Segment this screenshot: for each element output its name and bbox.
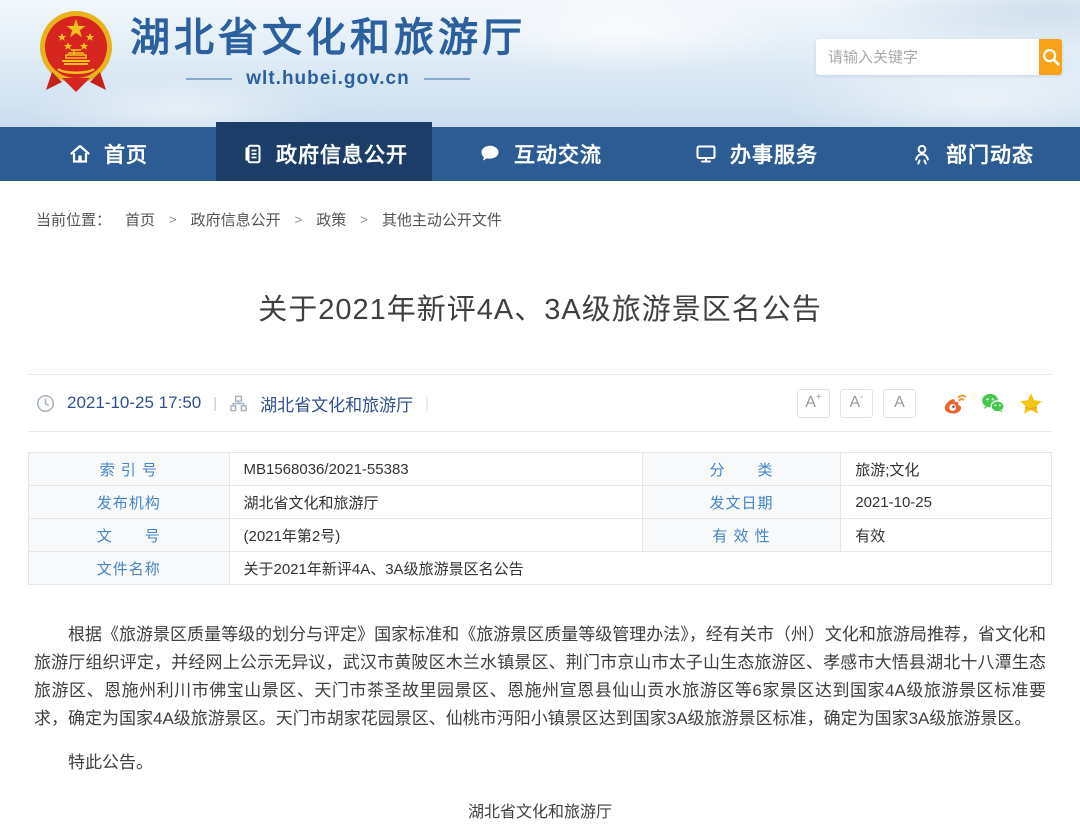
info-value-issue-date: 2021-10-25 bbox=[841, 486, 1052, 519]
table-row: 索 引 号 MB1568036/2021-55383 分 类 旅游;文化 bbox=[29, 453, 1052, 486]
nav-item-label: 首页 bbox=[104, 139, 148, 169]
nav-item-gov-info[interactable]: 政府信息公开 bbox=[216, 122, 432, 181]
document-info-table: 索 引 号 MB1568036/2021-55383 分 类 旅游;文化 发布机… bbox=[28, 452, 1052, 585]
article-title: 关于2021年新评4A、3A级旅游景区名公告 bbox=[28, 286, 1052, 328]
font-increase-button[interactable]: A+ bbox=[797, 389, 830, 418]
clock-icon bbox=[36, 394, 55, 413]
nav-item-department-news[interactable]: 部门动态 bbox=[864, 127, 1080, 181]
site-brand[interactable]: 湖北省文化和旅游厅 wlt.hubei.gov.cn bbox=[38, 6, 526, 96]
breadcrumb-item-home[interactable]: 首页 bbox=[125, 209, 155, 230]
info-label-publisher: 发布机构 bbox=[29, 486, 230, 519]
table-row: 文件名称 关于2021年新评4A、3A级旅游景区名公告 bbox=[29, 552, 1052, 585]
signature: 湖北省文化和旅游厅 bbox=[34, 799, 1046, 827]
nav-item-label: 办事服务 bbox=[730, 139, 818, 169]
breadcrumb-separator: > bbox=[360, 212, 368, 227]
info-label-doc-name: 文件名称 bbox=[29, 552, 230, 585]
search-icon bbox=[1040, 46, 1062, 68]
article-body: 根据《旅游景区质量等级的划分与评定》国家标准和《旅游景区质量等级管理办法》，经有… bbox=[28, 621, 1052, 840]
nav-item-label: 政府信息公开 bbox=[276, 139, 408, 169]
meta-divider: | bbox=[425, 395, 429, 412]
page-content: 当前位置： 首页 > 政府信息公开 > 政策 > 其他主动公开文件 关于2021… bbox=[28, 181, 1052, 840]
document-icon bbox=[240, 142, 264, 166]
site-title: 湖北省文化和旅游厅 bbox=[130, 14, 526, 62]
main-nav: 首页 政府信息公开 互动交流 办事服务 部门动态 bbox=[0, 127, 1080, 181]
nav-item-services[interactable]: 办事服务 bbox=[648, 127, 864, 181]
breadcrumb-item-other-docs[interactable]: 其他主动公开文件 bbox=[382, 209, 502, 230]
info-value-category: 旅游;文化 bbox=[841, 453, 1052, 486]
breadcrumb: 当前位置： 首页 > 政府信息公开 > 政策 > 其他主动公开文件 bbox=[28, 181, 1052, 230]
qzone-icon[interactable] bbox=[1018, 390, 1044, 416]
url-dash-right bbox=[424, 78, 470, 80]
search-button[interactable] bbox=[1039, 39, 1062, 75]
chat-icon bbox=[478, 142, 502, 166]
body-paragraph: 根据《旅游景区质量等级的划分与评定》国家标准和《旅游景区质量等级管理办法》，经有… bbox=[34, 621, 1046, 733]
article-source[interactable]: 湖北省文化和旅游厅 bbox=[260, 391, 413, 416]
home-icon bbox=[68, 142, 92, 166]
national-emblem-icon bbox=[38, 6, 114, 96]
breadcrumb-label: 当前位置： bbox=[36, 209, 111, 230]
font-decrease-button[interactable]: A- bbox=[840, 389, 873, 418]
meta-divider: | bbox=[213, 395, 217, 412]
info-value-validity: 有效 bbox=[841, 519, 1052, 552]
monitor-icon bbox=[694, 142, 718, 166]
info-value-publisher: 湖北省文化和旅游厅 bbox=[229, 486, 642, 519]
breadcrumb-item-gov-info[interactable]: 政府信息公开 bbox=[191, 209, 281, 230]
nav-item-home[interactable]: 首页 bbox=[0, 127, 216, 181]
nav-item-label: 互动交流 bbox=[514, 139, 602, 169]
breadcrumb-separator: > bbox=[295, 212, 303, 227]
breadcrumb-separator: > bbox=[169, 212, 177, 227]
nav-item-label: 部门动态 bbox=[946, 139, 1034, 169]
table-row: 文 号 (2021年第2号) 有 效 性 有效 bbox=[29, 519, 1052, 552]
source-org-icon bbox=[229, 394, 248, 413]
breadcrumb-item-policy[interactable]: 政策 bbox=[316, 209, 346, 230]
info-label-doc-number: 文 号 bbox=[29, 519, 230, 552]
search-box bbox=[816, 39, 1062, 75]
article-meta-bar: 2021-10-25 17:50 | 湖北省文化和旅游厅 | A+ A- A bbox=[28, 374, 1052, 432]
font-reset-button[interactable]: A bbox=[883, 389, 916, 418]
table-row: 发布机构 湖北省文化和旅游厅 发文日期 2021-10-25 bbox=[29, 486, 1052, 519]
info-value-index-number: MB1568036/2021-55383 bbox=[229, 453, 642, 486]
wechat-icon[interactable] bbox=[980, 390, 1006, 416]
info-label-validity: 有 效 性 bbox=[642, 519, 840, 552]
url-dash-left bbox=[186, 78, 232, 80]
publish-time: 2021-10-25 17:50 bbox=[67, 393, 201, 413]
info-label-category: 分 类 bbox=[642, 453, 840, 486]
person-icon bbox=[910, 142, 934, 166]
info-value-doc-number: (2021年第2号) bbox=[229, 519, 642, 552]
site-url: wlt.hubei.gov.cn bbox=[246, 68, 409, 90]
weibo-icon[interactable] bbox=[942, 390, 968, 416]
nav-item-interaction[interactable]: 互动交流 bbox=[432, 127, 648, 181]
info-value-doc-name: 关于2021年新评4A、3A级旅游景区名公告 bbox=[229, 552, 1052, 585]
notice-paragraph: 特此公告。 bbox=[34, 749, 1046, 777]
site-header: 湖北省文化和旅游厅 wlt.hubei.gov.cn bbox=[0, 0, 1080, 127]
info-label-index-number: 索 引 号 bbox=[29, 453, 230, 486]
info-label-issue-date: 发文日期 bbox=[642, 486, 840, 519]
search-input[interactable] bbox=[816, 39, 1039, 75]
